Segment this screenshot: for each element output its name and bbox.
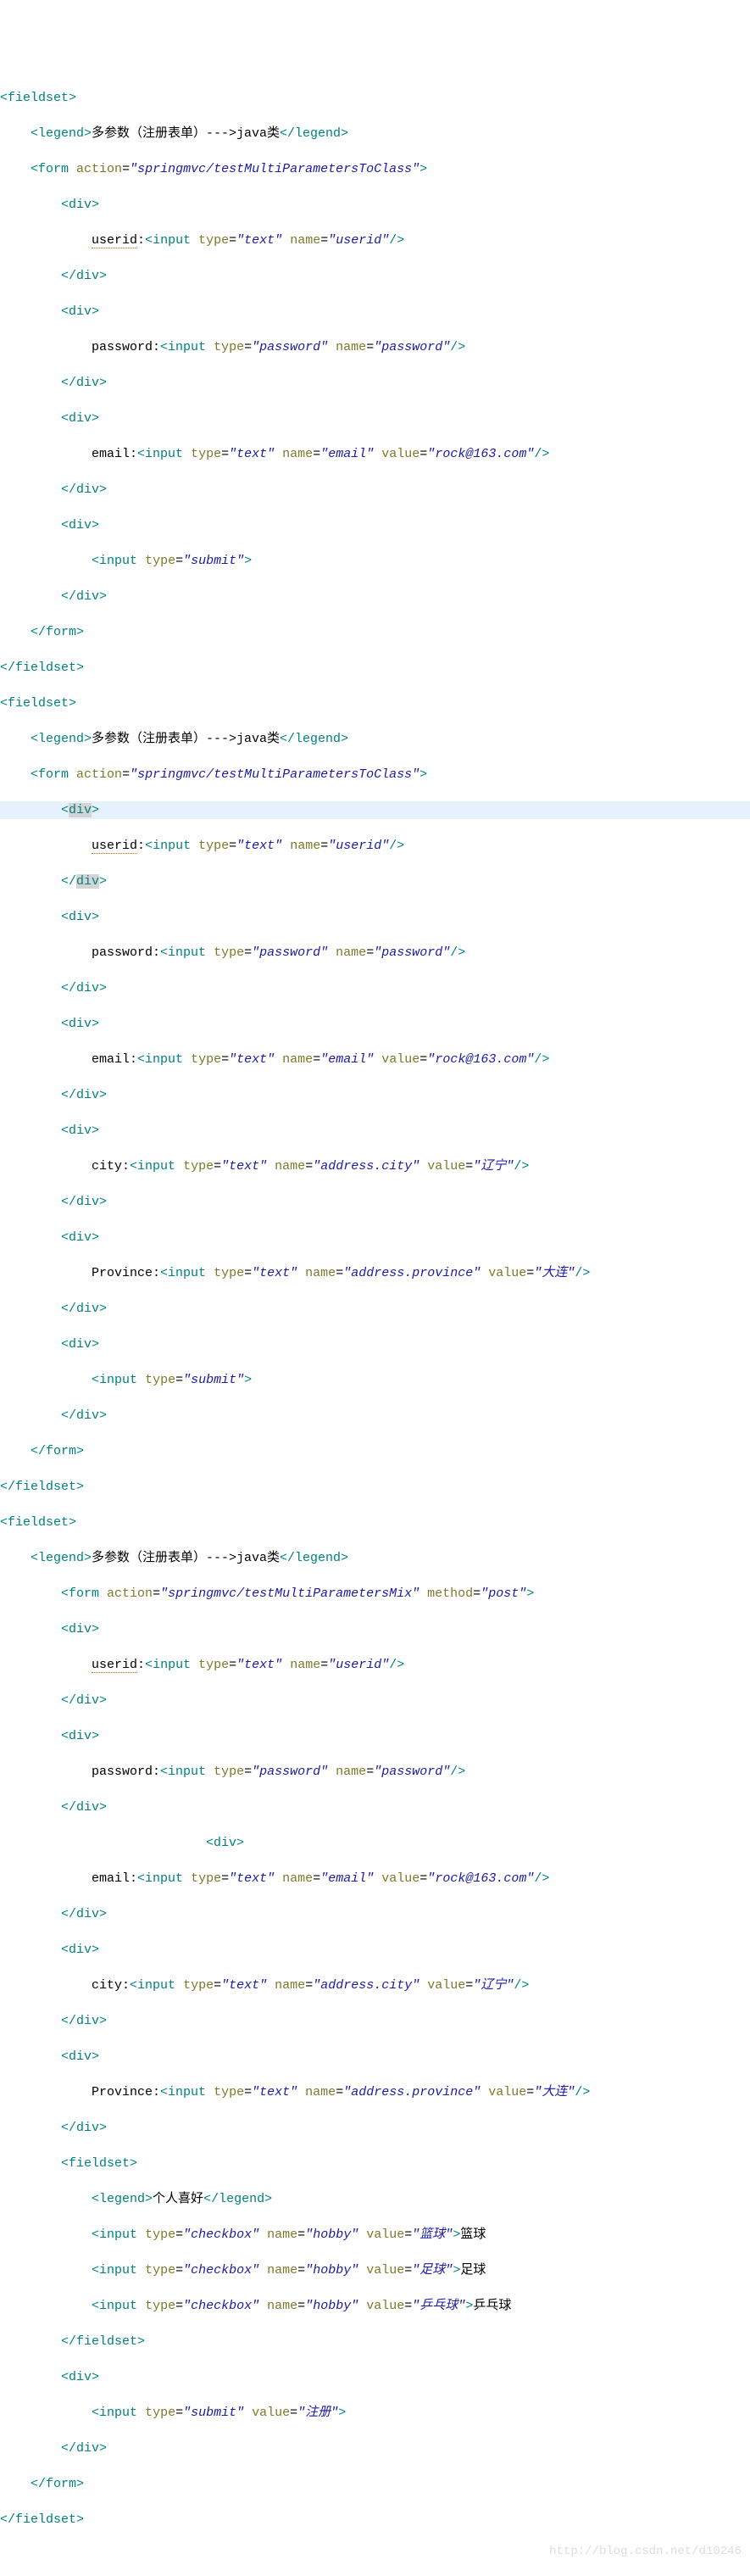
tag-legend-close: </legend> bbox=[280, 126, 348, 141]
legend-hobby: 个人喜好 bbox=[153, 2192, 203, 2206]
tag-legend-open: <legend> bbox=[31, 126, 92, 141]
hobby-basketball: 篮球 bbox=[460, 2228, 486, 2242]
form1-action: springmvc/testMultiParametersToClass bbox=[137, 162, 412, 176]
selected-div-open: div bbox=[69, 803, 92, 817]
label-password: password: bbox=[92, 340, 160, 354]
tag-input: <input bbox=[145, 233, 191, 248]
legend-text-1: 多参数（注册表单）--->java类 bbox=[92, 126, 280, 141]
label-city: city: bbox=[92, 1159, 130, 1174]
label-province: Province: bbox=[92, 1266, 160, 1280]
label-email: email: bbox=[92, 447, 137, 461]
hobby-pingpong: 乒乓球 bbox=[473, 2299, 511, 2313]
watermark-text: http://blog.csdn.net/d10246 bbox=[549, 2543, 742, 2561]
attr-action: action bbox=[76, 162, 122, 176]
selected-div-close: div bbox=[76, 874, 99, 889]
label-userid: userid bbox=[92, 233, 137, 248]
code-editor[interactable]: <fieldset> <legend>多参数（注册表单）--->java类</l… bbox=[0, 71, 750, 2564]
selected-line: <div> bbox=[0, 801, 750, 819]
tag-form: <form bbox=[31, 162, 69, 176]
form3-action: springmvc/testMultiParametersMix bbox=[168, 1586, 412, 1601]
legend-text-3: 多参数（注册表单）--->java类 bbox=[92, 1551, 280, 1565]
hobby-football: 足球 bbox=[460, 2263, 486, 2278]
tag-fieldset: <fieldset> bbox=[0, 91, 76, 105]
legend-text-2: 多参数（注册表单）--->java类 bbox=[92, 732, 280, 746]
tag-div: <div> bbox=[61, 198, 99, 212]
form2-action: springmvc/testMultiParametersToClass bbox=[137, 767, 412, 782]
